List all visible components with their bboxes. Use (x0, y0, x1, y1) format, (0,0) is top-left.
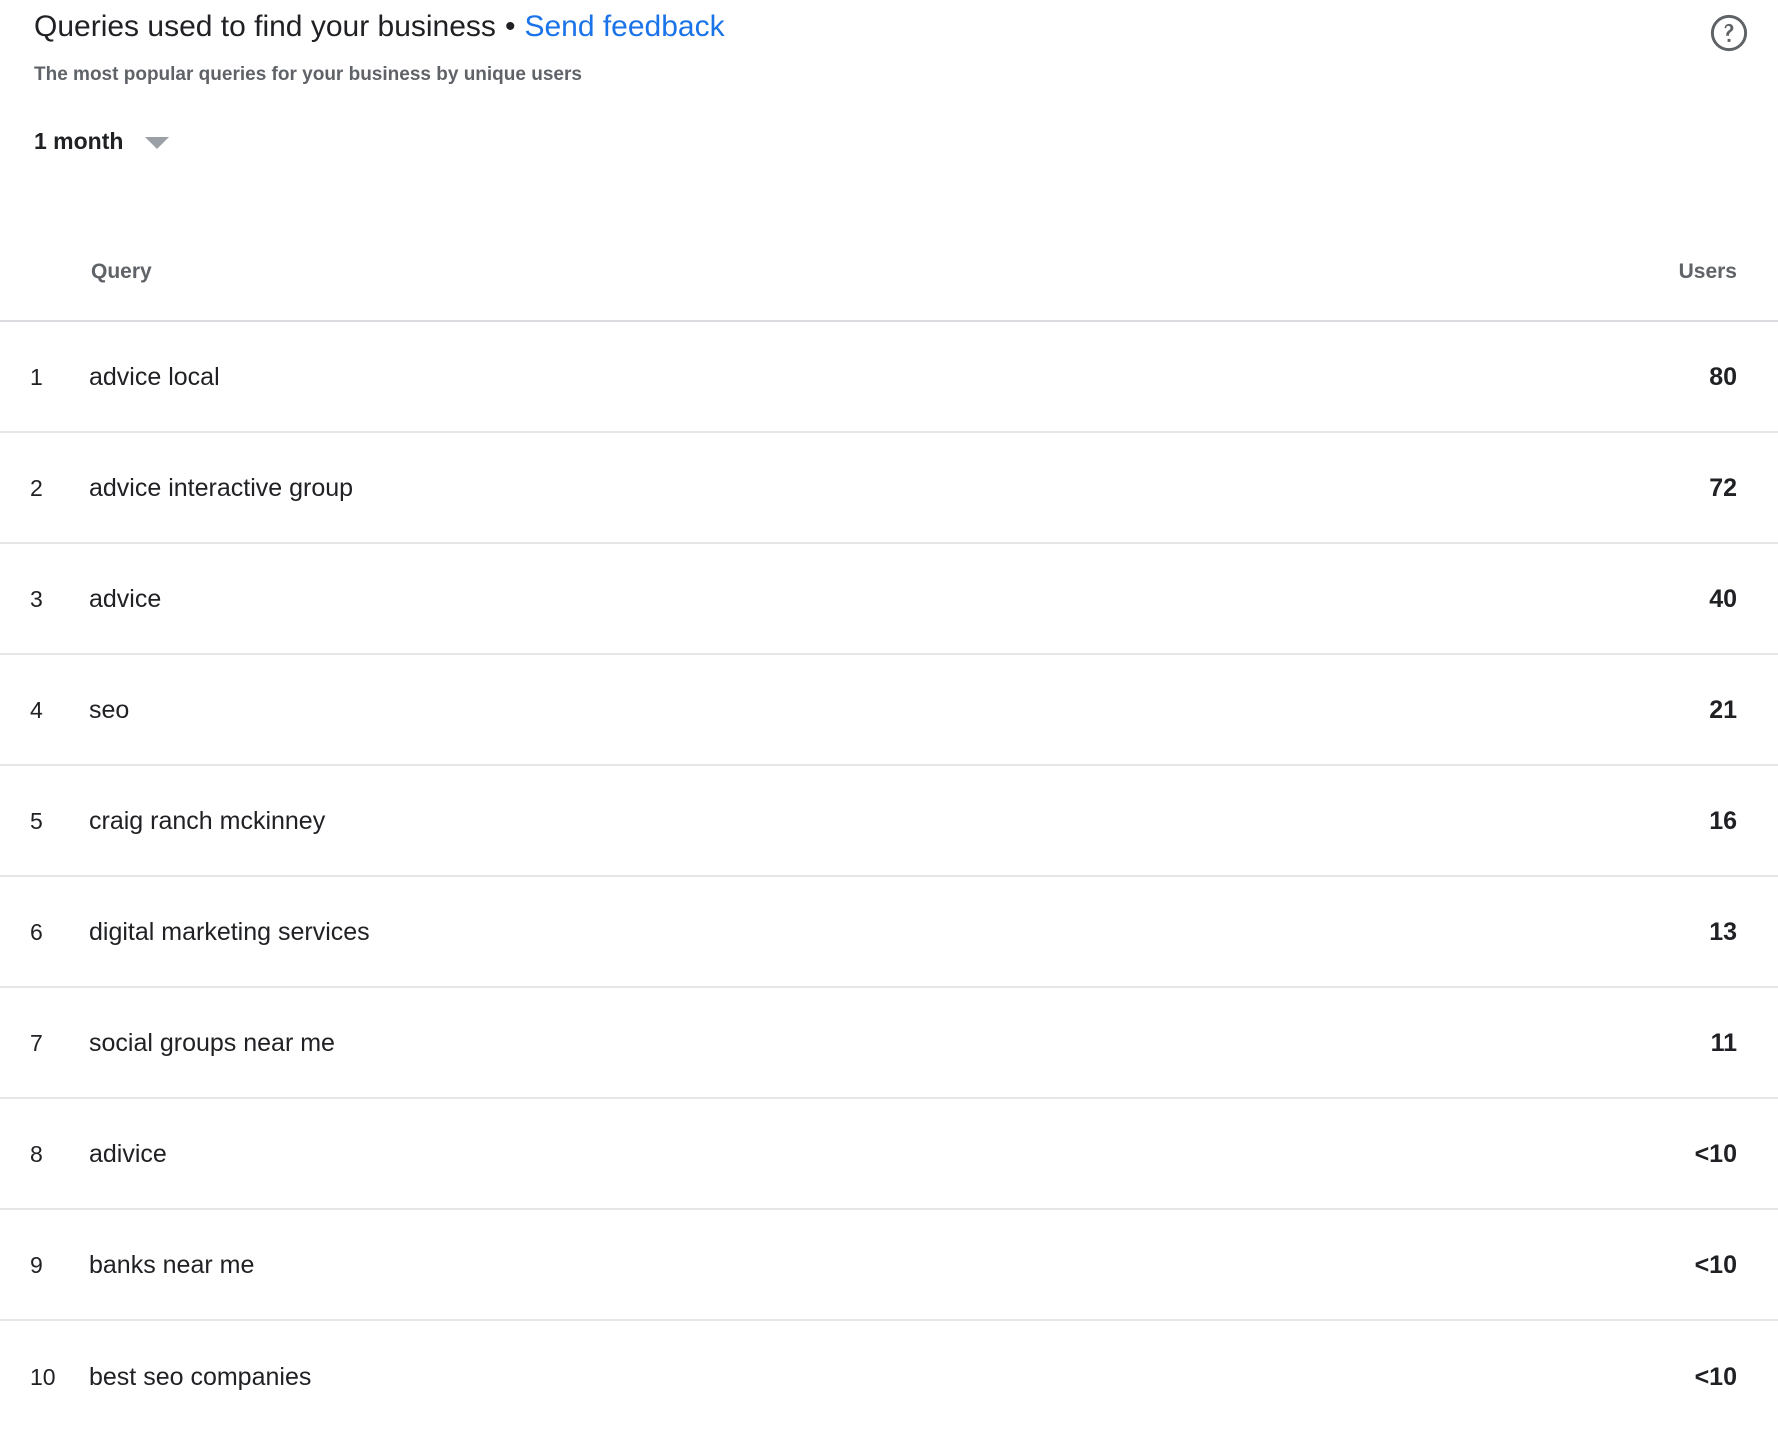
row-query: craig ranch mckinney (89, 805, 325, 837)
row-query: seo (89, 694, 129, 726)
period-dropdown-value: 1 month (34, 126, 123, 156)
row-query: advice interactive group (89, 472, 353, 504)
table-row[interactable]: 3 advice 40 (0, 544, 1778, 655)
period-dropdown[interactable]: 1 month (34, 126, 169, 156)
table-row[interactable]: 9 banks near me <10 (0, 1210, 1778, 1321)
row-users: <10 (1695, 1138, 1737, 1170)
row-query: banks near me (89, 1249, 254, 1281)
row-query: advice (89, 583, 161, 615)
row-users: 80 (1709, 361, 1737, 393)
column-header-query: Query (91, 260, 152, 284)
row-rank: 10 (30, 1362, 76, 1392)
column-header-users: Users (1679, 260, 1737, 284)
row-rank: 9 (30, 1250, 76, 1280)
table-row[interactable]: 8 adivice <10 (0, 1099, 1778, 1210)
table-row[interactable]: 5 craig ranch mckinney 16 (0, 766, 1778, 877)
row-users: 72 (1709, 472, 1737, 504)
table-row[interactable]: 7 social groups near me 11 (0, 988, 1778, 1099)
send-feedback-link[interactable]: Send feedback (524, 8, 724, 46)
row-rank: 4 (30, 695, 76, 725)
row-rank: 7 (30, 1028, 76, 1058)
row-users: 40 (1709, 583, 1737, 615)
row-query: best seo companies (89, 1361, 311, 1393)
row-query: advice local (89, 361, 220, 393)
table-row[interactable]: 4 seo 21 (0, 655, 1778, 766)
title-separator-bullet: • (505, 8, 516, 46)
page-subtitle: The most popular queries for your busine… (34, 62, 582, 88)
page-title: Queries used to find your business • Sen… (34, 8, 725, 46)
row-rank: 2 (30, 473, 76, 503)
table-row[interactable]: 10 best seo companies <10 (0, 1321, 1778, 1432)
row-users: 11 (1711, 1027, 1737, 1059)
row-rank: 8 (30, 1139, 76, 1169)
chevron-down-icon (145, 137, 169, 149)
row-users: 21 (1709, 694, 1737, 726)
row-users: <10 (1695, 1249, 1737, 1281)
table-row[interactable]: 1 advice local 80 (0, 322, 1778, 433)
row-users: <10 (1695, 1361, 1737, 1393)
row-users: 13 (1709, 916, 1737, 948)
table-header-row: Query Users (0, 196, 1778, 322)
row-query: adivice (89, 1138, 167, 1170)
table-row[interactable]: 2 advice interactive group 72 (0, 433, 1778, 544)
row-rank: 6 (30, 917, 76, 947)
row-query: social groups near me (89, 1027, 335, 1059)
row-rank: 1 (30, 362, 76, 392)
row-users: 16 (1709, 805, 1737, 837)
row-query: digital marketing services (89, 916, 370, 948)
queries-table: Query Users 1 advice local 80 2 advice i… (0, 196, 1778, 1432)
row-rank: 3 (30, 584, 76, 614)
help-circle-icon (1708, 12, 1750, 57)
table-row[interactable]: 6 digital marketing services 13 (0, 877, 1778, 988)
row-rank: 5 (30, 806, 76, 836)
page-title-text: Queries used to find your business (34, 8, 496, 46)
help-button[interactable] (1708, 13, 1750, 55)
